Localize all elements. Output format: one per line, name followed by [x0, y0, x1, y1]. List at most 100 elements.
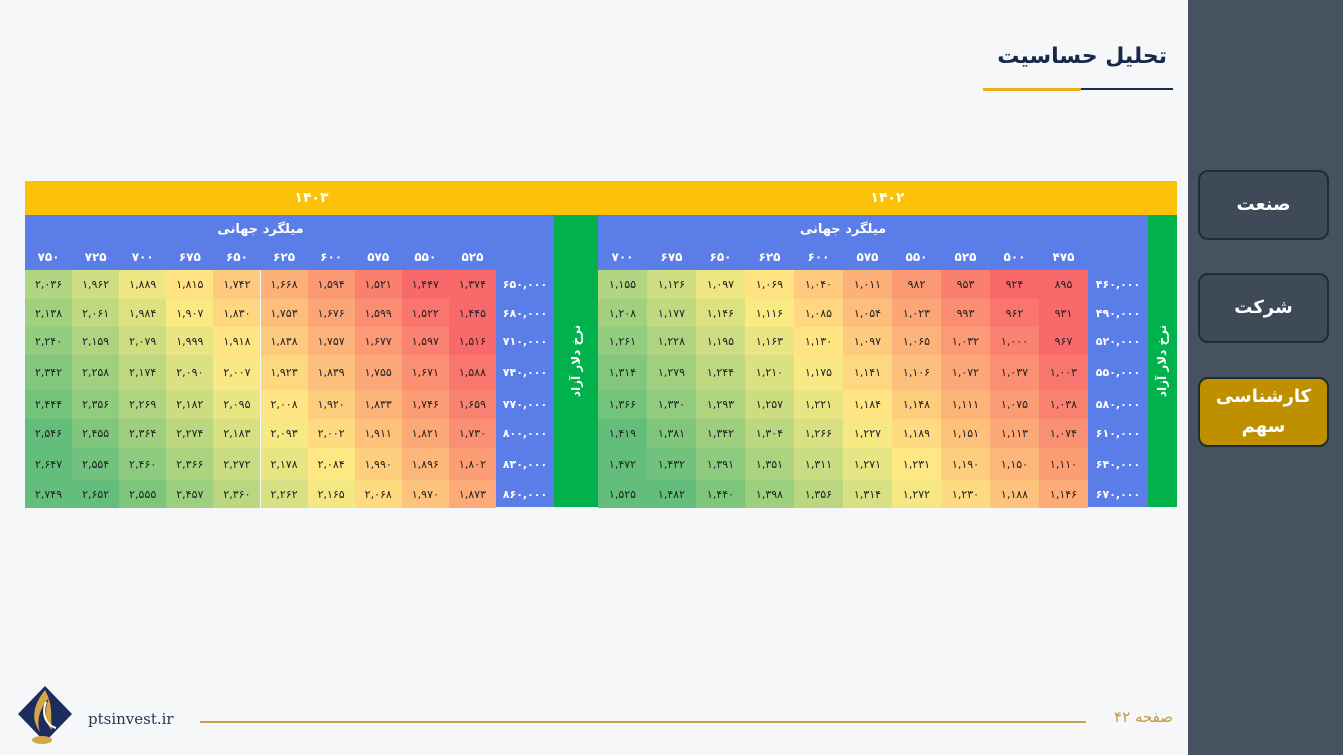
nav-industry-button[interactable]: صنعت	[1198, 170, 1329, 240]
row-header: ۴۶۰,۰۰۰	[1095, 278, 1141, 291]
sensitivity-table-1403: ۱۴۰۳ میلگرد جهانی نرخ دلار آزاد ۵۲۵ ۵۵۰ ۵۷۵ ۶۰…	[25, 181, 598, 508]
table-cell: ۲,۰۹۵	[213, 390, 261, 419]
table-cell: ۲,۴۵۵	[72, 419, 120, 448]
year-header: ۱۴۰۲	[598, 181, 1177, 215]
table-cell: ۲,۱۸۲	[166, 390, 214, 419]
table-cell: ۱,۳۱۴	[843, 480, 892, 508]
table-cell: ۱,۲۰۸	[598, 299, 647, 327]
table-cell: ۱,۱۰۶	[892, 355, 941, 390]
column-header: ۶۵۰	[709, 249, 732, 264]
table-cell: ۲,۰۰۲	[307, 419, 355, 448]
sensitivity-table-1402: ۱۴۰۲ میلگرد جهانی نرخ دلار آزاد ۴۷۵ ۵۰۰ ۵۲۵ ۵۵…	[598, 181, 1177, 508]
table-cell: ۱,۱۷۵	[794, 355, 843, 390]
table-cell: ۹۶۲	[990, 299, 1039, 327]
column-header: ۷۰۰	[611, 249, 634, 264]
table-cell: ۱,۹۸۴	[119, 299, 167, 327]
table-cell: ۱,۳۴۲	[696, 419, 745, 448]
table-cell: ۱,۳۱۱	[794, 448, 843, 480]
table-cell: ۱,۵۸۸	[448, 355, 496, 390]
column-header: ۵۷۵	[367, 249, 390, 264]
table-cell: ۱,۳۵۶	[794, 480, 843, 508]
website-link[interactable]: ptsinvest.ir	[88, 710, 174, 728]
table-cell: ۱,۴۷۲	[598, 448, 647, 480]
dollar-rate-label: نرخ دلار آزاد	[554, 215, 598, 507]
table-cell: ۲,۲۵۸	[72, 355, 120, 390]
table-cell: ۱,۲۳۰	[941, 480, 990, 508]
table-cell: ۱,۱۵۰	[990, 448, 1039, 480]
table-cell: ۱,۱۸۸	[990, 480, 1039, 508]
table-cell: ۱,۱۲۶	[647, 270, 696, 299]
table-cell: ۱,۴۴۰	[696, 480, 745, 508]
row-header: ۶۴۰,۰۰۰	[1095, 457, 1141, 471]
table-cell: ۱,۳۷۴	[448, 270, 496, 299]
table-cell: ۱,۸۱۵	[166, 270, 214, 299]
table-cell: ۱,۹۲۳	[260, 355, 308, 390]
row-header: ۷۱۰,۰۰۰	[502, 334, 548, 348]
table-cell: ۲,۳۵۶	[72, 390, 120, 419]
table-cell: ۱,۲۲۷	[843, 419, 892, 448]
row-header: ۵۸۰,۰۰۰	[1095, 398, 1141, 411]
column-header: ۶۵۰	[225, 249, 248, 264]
table-cell: ۹۵۳	[941, 270, 990, 299]
table-cell: ۲,۲۶۲	[260, 480, 308, 508]
table-cell: ۱,۰۱۱	[843, 270, 892, 299]
table-cell: ۱,۲۷۱	[843, 448, 892, 480]
table-cell: ۱,۲۱۰	[745, 355, 794, 390]
table-cell: ۱,۵۲۱	[354, 270, 402, 299]
table-cell: ۲,۲۴۰	[25, 327, 73, 355]
table-cell: ۱,۱۶۳	[745, 327, 794, 355]
table-cell: ۱,۳۶۶	[598, 390, 647, 419]
table-cell: ۲,۰۶۸	[354, 480, 402, 508]
table-cell: ۱,۱۴۶	[696, 299, 745, 327]
row-header: ۵۵۰,۰۰۰	[1095, 366, 1141, 379]
table-cell: ۲,۶۴۷	[25, 448, 73, 480]
table-cell: ۱,۲۴۴	[696, 355, 745, 390]
table-cell: ۲,۴۵۷	[166, 480, 214, 508]
column-header: ۵۲۵	[461, 249, 484, 264]
page-number: صفحه ۴۲	[1114, 708, 1173, 726]
table-cell: ۲,۱۷۴	[119, 355, 167, 390]
table-cell: ۱,۱۹۰	[941, 448, 990, 480]
table-cell: ۹۳۱	[1039, 299, 1088, 327]
table-cell: ۱,۵۹۴	[307, 270, 355, 299]
nav-company-button[interactable]: شرکت	[1198, 273, 1329, 343]
nav-stock-valuation-button[interactable]: کارشناسی سهم	[1198, 377, 1329, 447]
table-cell: ۱,۸۷۳	[448, 480, 496, 508]
table-cell: ۱,۳۳۰	[647, 390, 696, 419]
table-cell: ۱,۲۷۲	[892, 480, 941, 508]
table-cell: ۱,۴۳۲	[647, 448, 696, 480]
table-cell: ۱,۲۹۳	[696, 390, 745, 419]
table-cell: ۲,۰۰۸	[260, 390, 308, 419]
table-cell: ۱,۹۶۲	[72, 270, 120, 299]
table-cell: ۲,۳۶۴	[119, 419, 167, 448]
table-cell: ۱,۱۴۶	[1039, 480, 1088, 508]
table-cell: ۱,۷۵۷	[307, 327, 355, 355]
table-cell: ۱,۱۴۸	[892, 390, 941, 419]
table-cell: ۱,۳۹۱	[696, 448, 745, 480]
row-header: ۷۴۰,۰۰۰	[502, 366, 548, 379]
table-cell: ۹۲۴	[990, 270, 1039, 299]
table-cell: ۱,۹۹۹	[166, 327, 214, 355]
column-header: ۶۲۵	[758, 249, 781, 264]
table-cell: ۱,۳۸۱	[647, 419, 696, 448]
table-cell: ۱,۸۳۹	[307, 355, 355, 390]
table-cell: ۲,۱۶۵	[307, 480, 355, 508]
table-cell: ۱,۰۷۵	[990, 390, 1039, 419]
table-cell: ۱,۲۷۹	[647, 355, 696, 390]
table-cell: ۱,۲۵۷	[745, 390, 794, 419]
table-cell: ۱,۰۶۹	[745, 270, 794, 299]
table-cell: ۱,۱۸۹	[892, 419, 941, 448]
table-cell: ۱,۰۵۴	[843, 299, 892, 327]
table-cell: ۱,۳۹۸	[745, 480, 794, 508]
column-header: ۶۰۰	[320, 249, 343, 264]
table-cell: ۱,۰۶۵	[892, 327, 941, 355]
table-cell: ۱,۰۰۳	[1039, 355, 1088, 390]
table-cell: ۱,۰۹۷	[696, 270, 745, 299]
table-cell: ۱,۸۳۸	[260, 327, 308, 355]
metal-price-label: میلگرد جهانی	[217, 221, 304, 237]
column-header: ۷۵۰	[37, 249, 60, 264]
table-cell: ۲,۵۵۵	[119, 480, 167, 508]
row-header: ۸۰۰,۰۰۰	[502, 427, 548, 440]
table-cell: ۲,۰۰۷	[213, 355, 261, 390]
table-cell: ۱,۱۷۷	[647, 299, 696, 327]
